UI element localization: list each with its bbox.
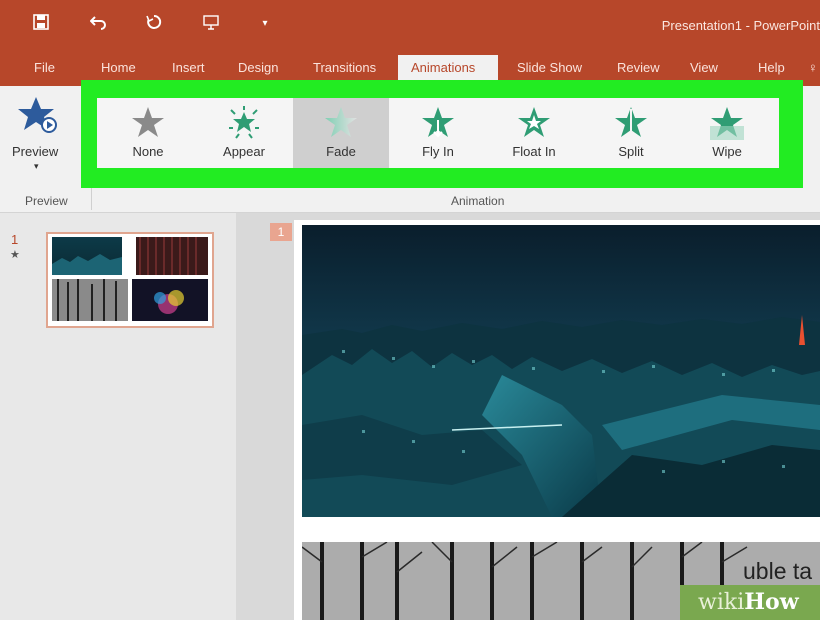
title-bar: ▾ Presentation1 - PowerPoint [0, 0, 820, 52]
redo-icon[interactable] [144, 14, 164, 34]
appear-star-icon [229, 106, 259, 139]
wikihow-watermark: wikiHow [680, 585, 820, 620]
tab-animations[interactable]: Animations [411, 60, 475, 75]
preview-label: Preview [12, 144, 59, 159]
preview-group-label: Preview [25, 194, 68, 208]
customize-icon[interactable]: ▾ [255, 14, 275, 34]
animation-fly-in[interactable]: Fly In [390, 98, 486, 168]
group-separator [91, 188, 92, 210]
animation-wipe[interactable]: Wipe [679, 98, 775, 168]
tab-transitions[interactable]: Transitions [313, 60, 376, 75]
none-star-icon [132, 107, 164, 137]
preview-dropdown-icon[interactable]: ▾ [34, 161, 39, 172]
watermark-wiki: wiki [698, 590, 745, 615]
tab-design[interactable]: Design [238, 60, 278, 75]
wipe-star-icon [710, 107, 744, 140]
lightbulb-icon[interactable]: ♀ [808, 60, 818, 75]
tab-view[interactable]: View [690, 60, 718, 75]
animation-gallery: None Appear Fade Fly In Float In Split W… [97, 98, 779, 168]
start-from-beginning-icon[interactable] [201, 14, 221, 34]
undo-icon[interactable] [88, 14, 108, 34]
tab-insert[interactable]: Insert [172, 60, 205, 75]
split-star-icon [615, 107, 647, 137]
save-icon[interactable] [31, 14, 51, 34]
tab-review[interactable]: Review [617, 60, 660, 75]
thumbnail-animation-icon: ★ [10, 249, 20, 261]
watermark-how: How [744, 589, 799, 615]
tab-home[interactable]: Home [101, 60, 136, 75]
preview-star-icon [18, 97, 57, 133]
animation-group-label: Animation [451, 194, 505, 208]
slide-thumbnail[interactable] [46, 232, 214, 328]
animation-fade[interactable]: Fade [293, 98, 389, 168]
float-in-star-icon [518, 107, 550, 137]
animation-float-in[interactable]: Float In [486, 98, 582, 168]
slide-animation-tag[interactable]: 1 [270, 223, 292, 241]
window-title: Presentation1 - PowerPoint [661, 18, 820, 33]
tab-help[interactable]: Help [758, 60, 785, 75]
preview-button[interactable]: Preview ▾ [8, 95, 68, 175]
animation-none[interactable]: None [100, 98, 196, 168]
fade-star-icon [325, 107, 357, 137]
animation-split[interactable]: Split [583, 98, 679, 168]
animation-appear[interactable]: Appear [196, 98, 292, 168]
tab-slide-show[interactable]: Slide Show [517, 60, 582, 75]
slide-title-text[interactable]: uble ta [743, 558, 812, 585]
city-night-image[interactable] [302, 225, 820, 517]
thumbnail-slide-number: 1 [11, 232, 19, 247]
tab-file[interactable]: File [34, 60, 55, 75]
fly-in-star-icon [422, 107, 454, 138]
thumbnail-preview-image [52, 237, 208, 321]
